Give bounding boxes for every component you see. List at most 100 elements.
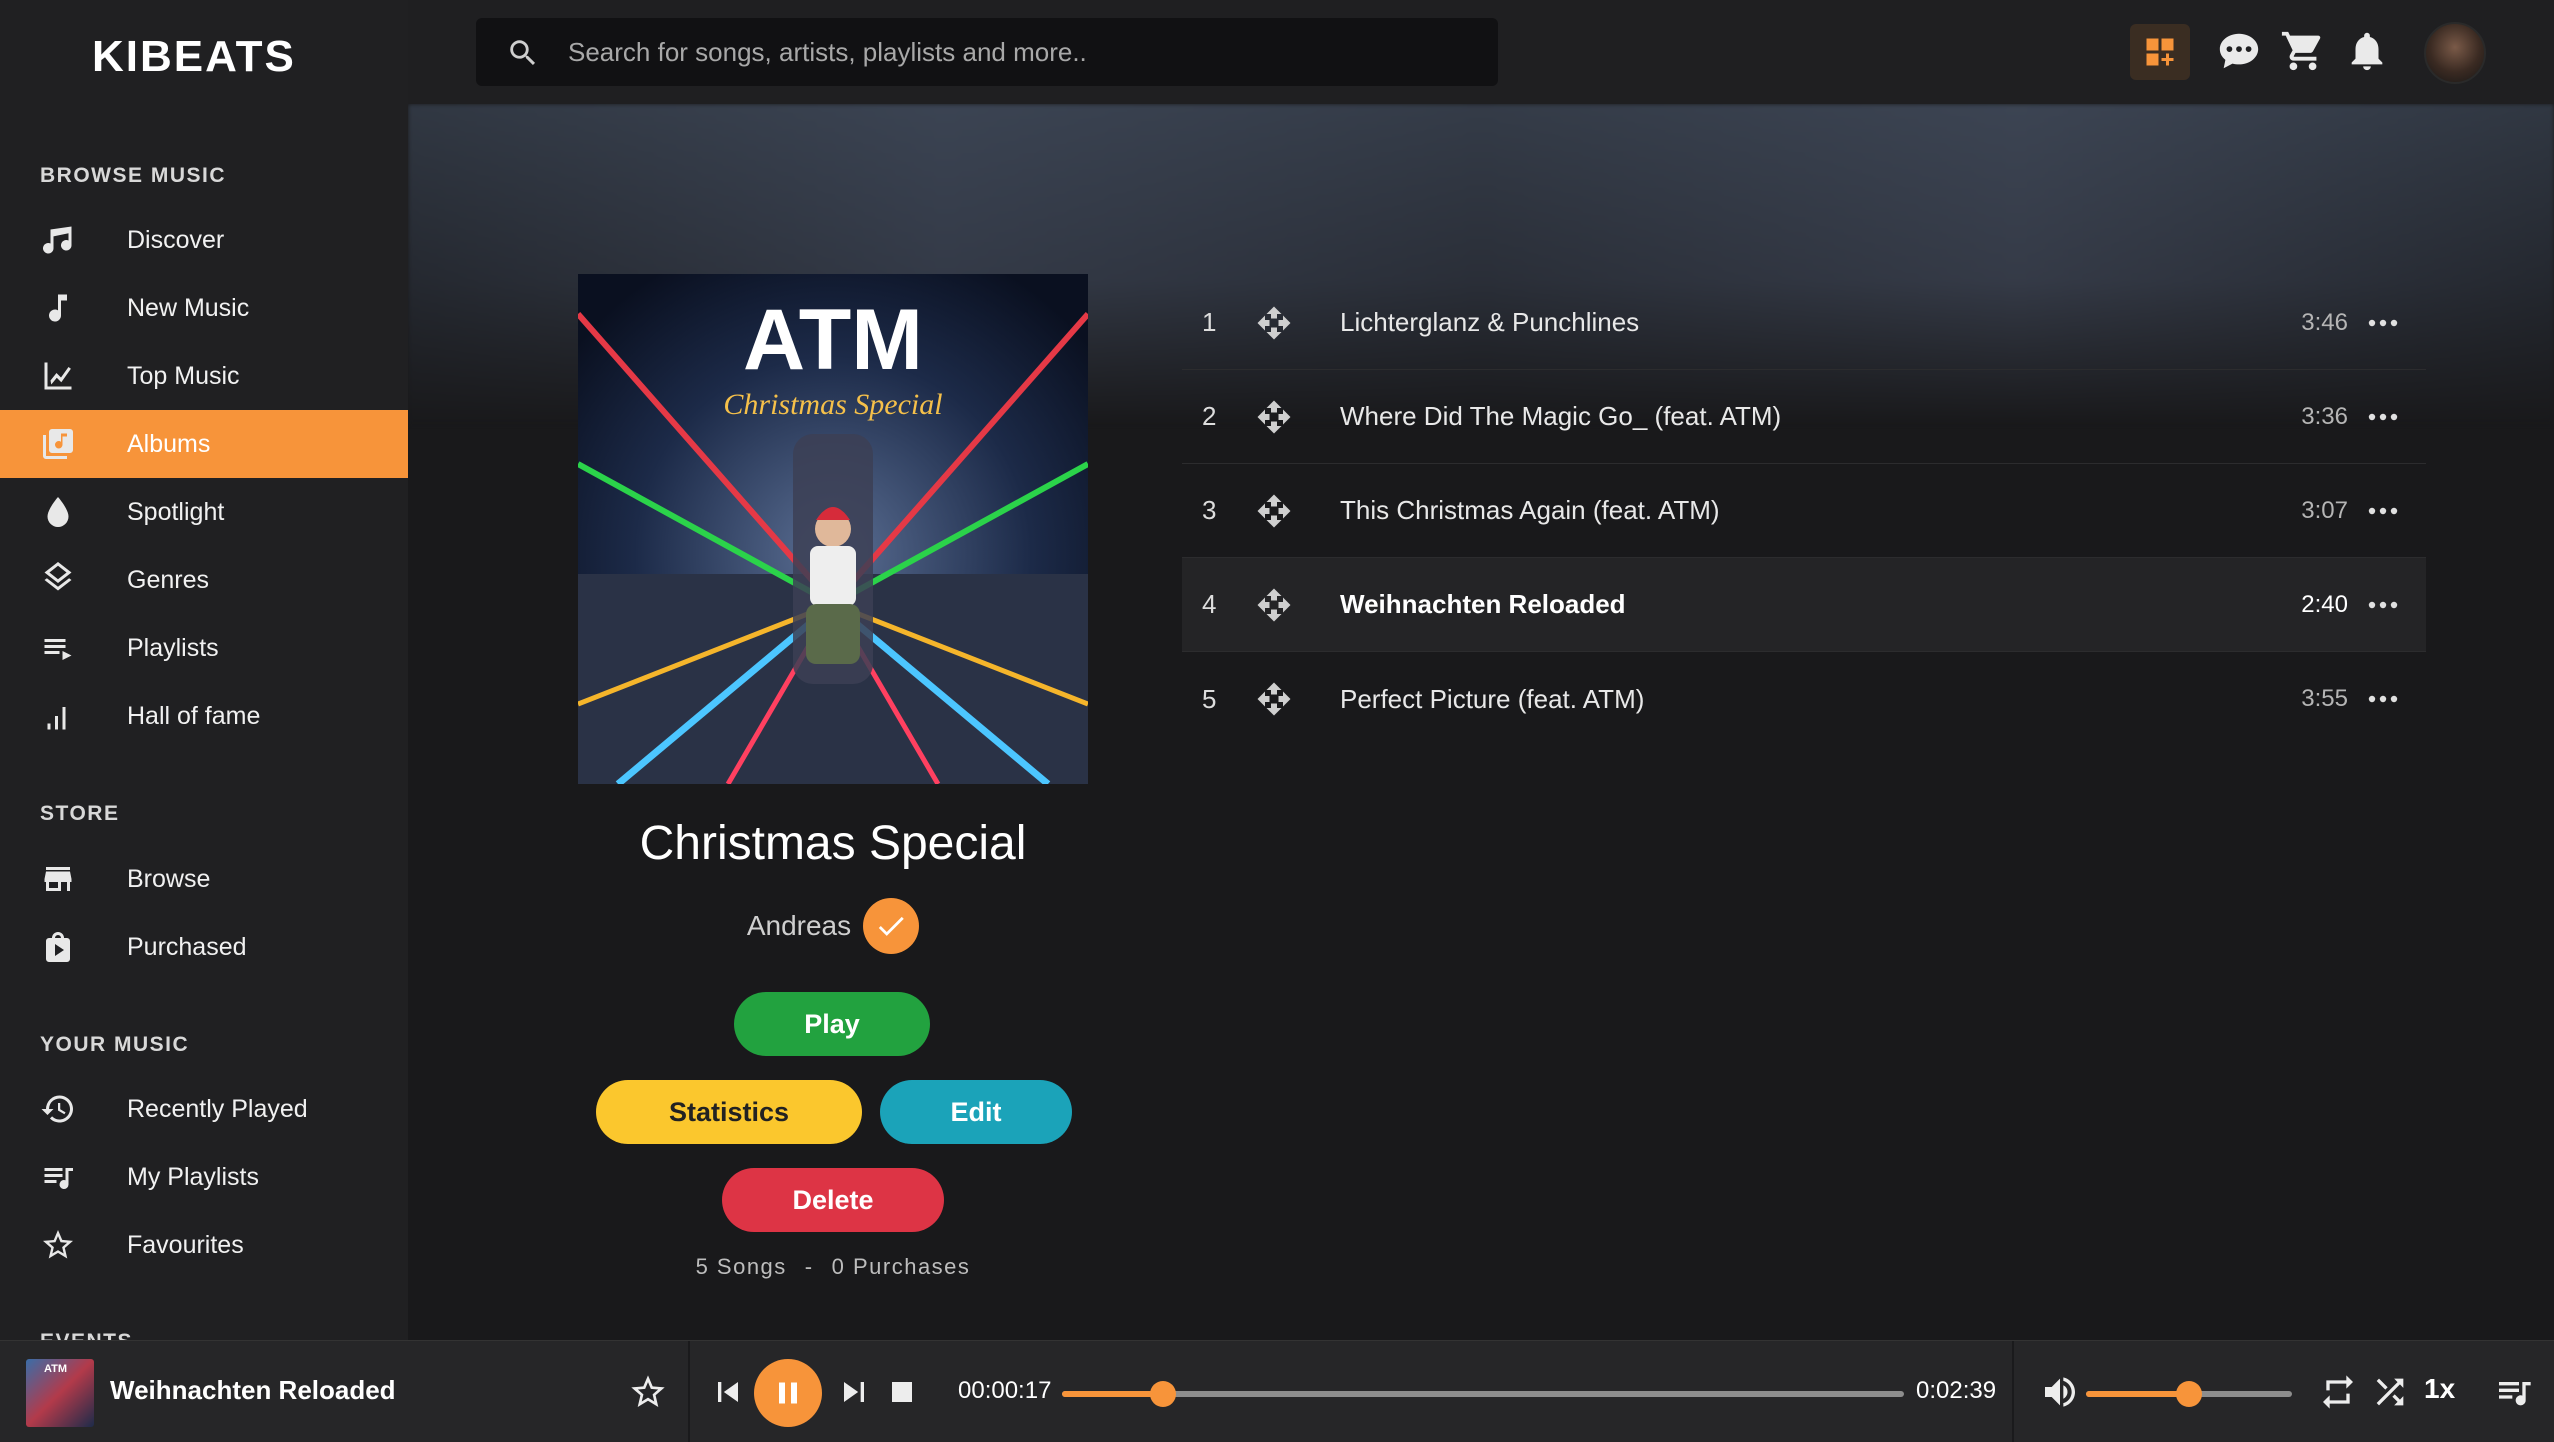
history-icon [40, 1091, 76, 1127]
favourite-button[interactable] [628, 1372, 668, 1412]
sidebar-item-label: Browse [127, 864, 211, 893]
edit-button[interactable]: Edit [880, 1080, 1072, 1144]
store-icon [40, 861, 76, 897]
more-options-icon[interactable] [2366, 592, 2400, 618]
section-title-your-music: YOUR MUSIC [40, 1033, 190, 1056]
pause-button[interactable] [754, 1359, 822, 1427]
more-options-icon[interactable] [2366, 310, 2400, 336]
drag-handle-icon[interactable] [1256, 399, 1292, 435]
sidebar-item-label: Playlists [127, 633, 219, 662]
album-title: Christmas Special [639, 817, 1027, 870]
divider [688, 1341, 690, 1442]
drag-handle-icon[interactable] [1256, 587, 1292, 623]
avatar[interactable] [2424, 22, 2486, 84]
track-number: 1 [1202, 307, 1217, 337]
sidebar-item-new-music[interactable]: New Music [0, 274, 408, 342]
volume-icon [2045, 1377, 2075, 1407]
notifications-button[interactable] [2344, 28, 2390, 74]
divider [2012, 1341, 2014, 1442]
now-playing-thumbnail[interactable]: ATM [26, 1359, 94, 1427]
track-duration: 2:40 [2301, 590, 2348, 618]
section-title-browse-music: BROWSE MUSIC [40, 164, 226, 187]
progress-handle[interactable] [1150, 1381, 1177, 1407]
sidebar-item-browse[interactable]: Browse [0, 845, 408, 913]
volume-slider[interactable] [2086, 1381, 2292, 1407]
track-number: 4 [1202, 589, 1217, 619]
table-row[interactable]: 1 Lichterglanz & Punchlines 3:46 [1182, 276, 2426, 370]
sidebar-item-hall-of-fame[interactable]: Hall of fame [0, 682, 408, 750]
sidebar-item-purchased[interactable]: Purchased [0, 913, 408, 981]
app-logo[interactable]: KIBEATS [92, 32, 296, 82]
track-title: Where Did The Magic Go_ (feat. ATM) [1340, 401, 1782, 431]
search-input[interactable] [568, 30, 1468, 74]
play-button[interactable]: Play [734, 992, 930, 1056]
section-title-events: EVENTS [40, 1330, 133, 1340]
sidebar-item-label: Top Music [127, 361, 240, 390]
sidebar-item-label: Recently Played [127, 1094, 308, 1123]
sidebar-item-label: New Music [127, 293, 250, 322]
queue-icon [2499, 1382, 2531, 1406]
sidebar-item-label: Favourites [127, 1230, 244, 1259]
sidebar-item-genres[interactable]: Genres [0, 546, 408, 614]
previous-button[interactable] [708, 1372, 748, 1412]
search-icon [506, 36, 540, 70]
table-row-current[interactable]: 4 Weihnachten Reloaded 2:40 [1182, 558, 2426, 652]
track-duration: 3:07 [2301, 496, 2348, 524]
volume-fill [2086, 1391, 2189, 1397]
sidebar: KIBEATS BROWSE MUSIC Discover New Music … [0, 0, 408, 1340]
volume-handle[interactable] [2176, 1381, 2202, 1407]
drag-handle-icon[interactable] [1256, 305, 1292, 341]
sidebar-item-favourites[interactable]: Favourites [0, 1211, 408, 1279]
skip-next-icon [844, 1382, 864, 1402]
bell-icon [2351, 32, 2383, 71]
sidebar-item-playlists[interactable]: Playlists [0, 614, 408, 682]
table-row[interactable]: 5 Perfect Picture (feat. ATM) 3:55 [1182, 652, 2426, 746]
queue-button[interactable] [2494, 1372, 2534, 1412]
album-stats: 5 Songs -0 Purchases [508, 1254, 1158, 1280]
volume-button[interactable] [2040, 1372, 2080, 1412]
more-options-icon[interactable] [2366, 686, 2400, 712]
drop-icon [40, 494, 76, 530]
sidebar-item-my-playlists[interactable]: My Playlists [0, 1143, 408, 1211]
dashboard-add-button[interactable] [2130, 24, 2190, 80]
purchased-bag-icon [40, 929, 76, 965]
sidebar-item-spotlight[interactable]: Spotlight [0, 478, 408, 546]
table-row[interactable]: 2 Where Did The Magic Go_ (feat. ATM) 3:… [1182, 370, 2426, 464]
next-button[interactable] [834, 1372, 874, 1412]
music-notes-icon [40, 222, 76, 258]
more-options-icon[interactable] [2366, 404, 2400, 430]
top-bar [408, 0, 2554, 104]
progress-slider[interactable] [1062, 1381, 1904, 1407]
cover-subtitle: Christmas Special [723, 388, 942, 421]
stop-button[interactable] [882, 1372, 922, 1412]
sidebar-item-label: Purchased [127, 932, 247, 961]
sidebar-item-recently-played[interactable]: Recently Played [0, 1075, 408, 1143]
repeat-button[interactable] [2318, 1372, 2358, 1412]
star-outline-icon [40, 1227, 76, 1263]
sidebar-item-discover[interactable]: Discover [0, 206, 408, 274]
chat-button[interactable] [2216, 28, 2262, 74]
track-number: 3 [1202, 495, 1217, 525]
delete-button[interactable]: Delete [722, 1168, 944, 1232]
table-row[interactable]: 3 This Christmas Again (feat. ATM) 3:07 [1182, 464, 2426, 558]
sidebar-item-top-music[interactable]: Top Music [0, 342, 408, 410]
search-bar[interactable] [476, 18, 1498, 86]
chat-icon [2219, 33, 2259, 69]
sidebar-item-albums[interactable]: Albums [0, 410, 408, 478]
track-title: This Christmas Again (feat. ATM) [1340, 495, 1720, 525]
now-playing-title[interactable]: Weihnachten Reloaded [110, 1375, 396, 1406]
track-duration: 3:46 [2301, 308, 2348, 336]
cart-button[interactable] [2280, 28, 2326, 74]
drag-handle-icon[interactable] [1256, 493, 1292, 529]
artist-name[interactable]: Andreas [747, 910, 851, 942]
progress-fill [1062, 1391, 1164, 1397]
track-title: Perfect Picture (feat. ATM) [1340, 683, 1645, 714]
track-title: Lichterglanz & Punchlines [1340, 307, 1640, 337]
track-number: 5 [1202, 683, 1217, 714]
shuffle-button[interactable] [2370, 1372, 2410, 1412]
more-options-icon[interactable] [2366, 498, 2400, 524]
playback-speed-button[interactable]: 1x [2424, 1373, 2455, 1405]
drag-handle-icon[interactable] [1256, 681, 1292, 717]
statistics-button[interactable]: Statistics [596, 1080, 862, 1144]
shuffle-icon [2376, 1378, 2404, 1406]
